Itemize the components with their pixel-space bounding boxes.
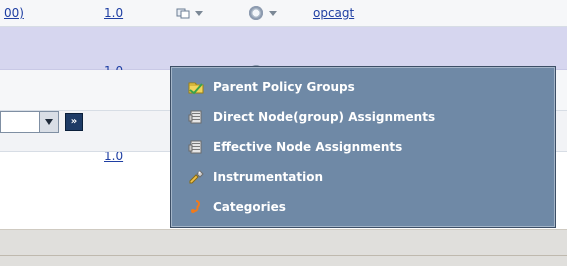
version-link[interactable]: 1.0 — [104, 6, 123, 20]
divider — [0, 255, 567, 256]
menu-item-label: Categories — [213, 200, 286, 214]
row-actions-dropdown[interactable] — [176, 7, 203, 19]
menu-item-label: Instrumentation — [213, 170, 324, 184]
effective-node-assignments-icon — [188, 140, 202, 154]
parent-policy-groups-icon — [188, 82, 204, 95]
window-icon — [176, 8, 190, 19]
menu-item-parent-policy-groups[interactable]: Parent Policy Groups — [187, 77, 355, 97]
instrumentation-icon — [189, 170, 204, 184]
chevron-down-icon — [195, 10, 203, 16]
table-cell-link[interactable]: 00) — [4, 6, 24, 20]
chevron-down-icon — [269, 10, 277, 16]
direct-node-group-assignments-icon — [188, 110, 202, 124]
menu-item-label: Effective Node Assignments — [213, 140, 403, 154]
dropdown-arrow[interactable] — [39, 112, 58, 132]
table-row: 00) 1.0 opcagt — [0, 0, 567, 27]
context-menu: Parent Policy Groups Direct Node(group) … — [170, 66, 556, 228]
menu-item-effective-node-assignments[interactable]: Effective Node Assignments — [187, 137, 402, 157]
menu-item-label: Direct Node(group) Assignments — [213, 110, 436, 124]
menu-item-categories[interactable]: Categories — [187, 197, 286, 217]
go-label: » — [70, 116, 78, 127]
categories-icon — [191, 200, 201, 213]
gear-icon — [249, 6, 263, 20]
menu-item-direct-node-group-assignments[interactable]: Direct Node(group) Assignments — [187, 107, 435, 127]
owner-link[interactable]: opcagt — [313, 6, 354, 20]
menu-item-label: Parent Policy Groups — [213, 80, 355, 94]
table-row: 1.0 opcagt — [0, 27, 567, 79]
go-button[interactable]: » — [65, 113, 83, 131]
menu-item-instrumentation[interactable]: Instrumentation — [187, 167, 323, 187]
page-size-select[interactable] — [0, 111, 59, 133]
bottom-toolbar — [0, 229, 567, 266]
row-settings-dropdown[interactable] — [249, 6, 277, 20]
